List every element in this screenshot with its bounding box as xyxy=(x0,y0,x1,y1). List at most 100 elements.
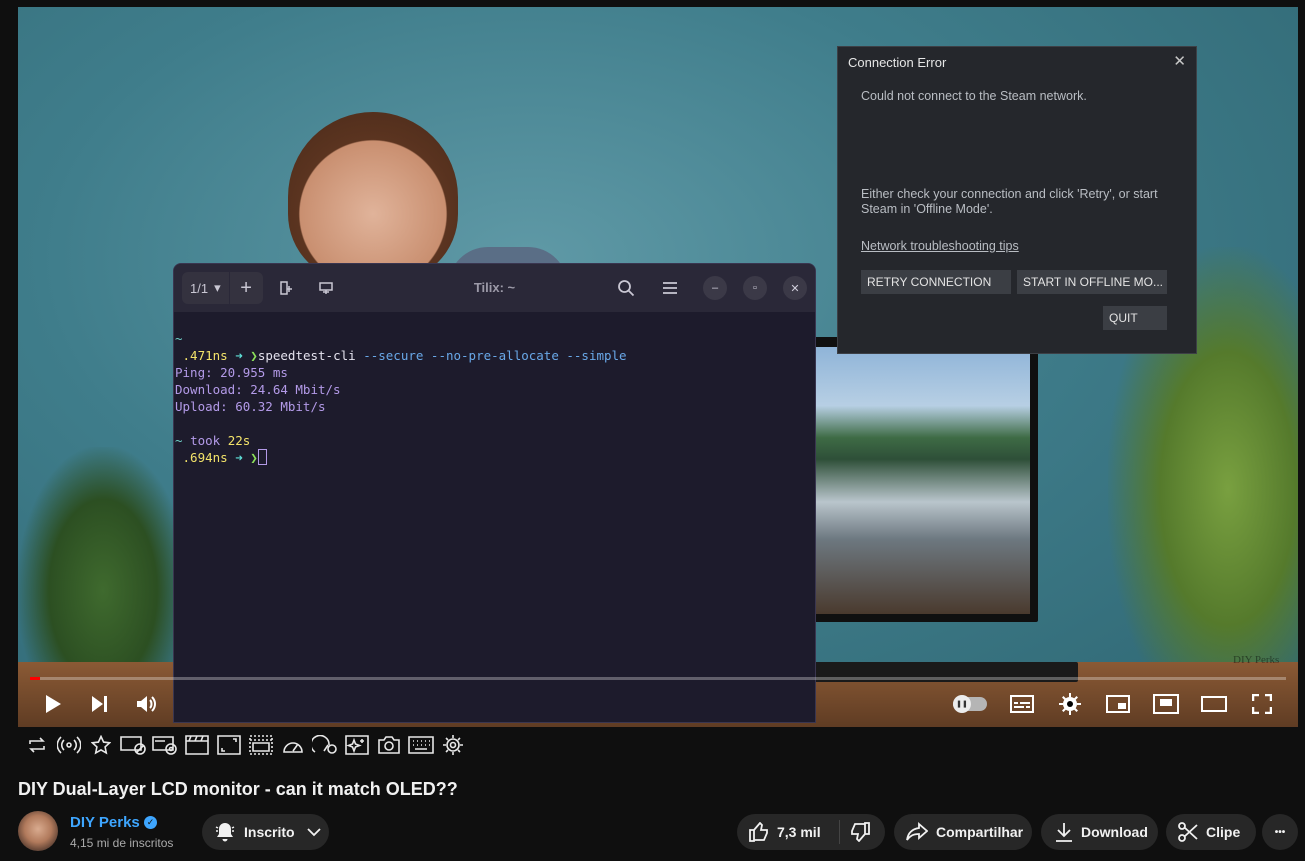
retry-connection-button[interactable]: RETRY CONNECTION xyxy=(861,270,1011,294)
clip-label: Clipe xyxy=(1206,824,1241,840)
like-count: 7,3 mil xyxy=(777,824,821,840)
close-icon: ✕ xyxy=(790,282,800,295)
split-down-icon xyxy=(318,282,333,294)
monitor-prop xyxy=(798,337,1038,622)
settings-button[interactable] xyxy=(1052,688,1088,720)
close-icon[interactable]: ✕ xyxy=(1173,52,1186,70)
split-right-button[interactable] xyxy=(269,272,303,304)
dislike-button[interactable] xyxy=(840,814,870,850)
terminal-line: Ping: 20.955 ms xyxy=(175,365,288,380)
pause-icon: ❚❚ xyxy=(953,695,971,713)
scissors-icon xyxy=(1178,822,1198,842)
keyboard-icon xyxy=(408,736,434,754)
fullscreen-icon xyxy=(1252,694,1272,714)
download-button[interactable]: Download xyxy=(1041,814,1158,850)
ads-block-button[interactable] xyxy=(120,733,146,757)
ai-enhance-button[interactable] xyxy=(344,733,370,757)
minimize-icon: – xyxy=(711,282,719,294)
terminal-search-button[interactable] xyxy=(609,272,643,304)
session-selector[interactable]: 1/1 ▾ xyxy=(182,272,229,304)
watched-filter-button[interactable] xyxy=(152,733,178,757)
like-dislike-group: 7,3 mil xyxy=(737,814,885,850)
dialog-message: Could not connect to the Steam network. xyxy=(861,89,1087,103)
channel-name[interactable]: DIY Perks xyxy=(70,814,140,831)
split-down-button[interactable] xyxy=(309,272,343,304)
add-terminal-button[interactable]: + xyxy=(228,272,263,304)
volume-button[interactable] xyxy=(129,688,165,720)
download-icon xyxy=(1056,823,1072,842)
broadcast-button[interactable] xyxy=(56,733,82,757)
tilix-terminal-window[interactable]: 1/1 ▾ + Tilix: ~ – ▫ ✕ ~ .471ns ➜ ❯speed… xyxy=(173,263,816,723)
extension-settings-button[interactable] xyxy=(440,733,466,757)
dialog-instructions: Either check your connection and click '… xyxy=(861,187,1158,216)
offline-mode-button[interactable]: START IN OFFLINE MO... xyxy=(1017,270,1167,294)
clapperboard-button[interactable] xyxy=(184,733,210,757)
fullscreen-button[interactable] xyxy=(1244,688,1280,720)
miniplayer-icon xyxy=(1106,695,1130,713)
steam-connection-error-dialog: Connection Error ✕ Could not connect to … xyxy=(837,46,1197,354)
subscribed-button[interactable]: Inscrito xyxy=(202,814,329,850)
subtitles-icon xyxy=(1010,695,1034,713)
speed-settings-button[interactable] xyxy=(312,733,338,757)
minimize-button[interactable]: – xyxy=(703,276,727,300)
theater-icon xyxy=(1153,694,1179,714)
theater-mode-button[interactable] xyxy=(1148,688,1184,720)
quit-button[interactable]: QUIT xyxy=(1103,306,1167,330)
chevron-down-icon xyxy=(306,828,321,837)
screenshot-button[interactable] xyxy=(376,733,402,757)
progress-fill xyxy=(30,677,41,680)
wide-screen-icon xyxy=(1201,696,1227,712)
dialog-title: Connection Error xyxy=(848,55,947,70)
terminal-line: Download: 24.64 Mbit/s xyxy=(175,382,341,397)
loop-button[interactable] xyxy=(24,733,50,757)
subscriber-count: 4,15 mi de inscritos xyxy=(70,836,174,850)
bell-icon xyxy=(215,823,235,842)
eye-icon xyxy=(152,736,177,755)
keyboard-shortcuts-button[interactable] xyxy=(408,733,434,757)
terminal-line: Upload: 60.32 Mbit/s xyxy=(175,399,326,414)
video-player[interactable]: DIY Perks 1/1 ▾ + Tilix: ~ – ▫ ✕ ~ .471n… xyxy=(18,7,1298,727)
thumbs-up-icon xyxy=(749,822,768,842)
hamburger-menu-icon xyxy=(663,282,677,294)
clip-button[interactable]: Clipe xyxy=(1166,814,1256,850)
volume-icon xyxy=(137,696,156,712)
share-button[interactable]: Compartilhar xyxy=(894,814,1032,850)
video-title: DIY Dual-Layer LCD monitor - can it matc… xyxy=(18,779,458,799)
speed-button[interactable] xyxy=(280,733,306,757)
more-actions-button[interactable]: ••• xyxy=(1262,814,1298,850)
crop-button[interactable] xyxy=(248,733,274,757)
broadcast-icon xyxy=(57,736,81,754)
plus-icon: + xyxy=(240,276,252,299)
progress-bar[interactable] xyxy=(30,677,1286,680)
close-terminal-button[interactable]: ✕ xyxy=(783,276,807,300)
sparkle-icon xyxy=(345,735,369,755)
thumbs-down-icon xyxy=(850,822,870,842)
terminal-line: ~ took 22s xyxy=(175,433,251,448)
star-icon xyxy=(91,735,111,755)
next-icon xyxy=(92,696,107,712)
next-button[interactable] xyxy=(82,688,118,720)
favorite-button[interactable] xyxy=(88,733,114,757)
download-label: Download xyxy=(1081,824,1148,840)
presenter xyxy=(288,112,458,282)
autoplay-toggle[interactable]: ❚❚ xyxy=(953,695,987,713)
play-button[interactable] xyxy=(35,688,71,720)
avatar[interactable] xyxy=(18,811,58,851)
like-button[interactable]: 7,3 mil xyxy=(737,814,821,850)
miniplayer-button[interactable] xyxy=(1100,688,1136,720)
speed-gear-icon xyxy=(312,735,337,754)
search-icon xyxy=(618,280,635,297)
terminal-cursor xyxy=(257,449,267,465)
maximize-button[interactable]: ▫ xyxy=(743,276,767,300)
split-right-icon xyxy=(279,281,292,295)
terminal-menu-button[interactable] xyxy=(653,272,687,304)
subtitles-button[interactable] xyxy=(1004,688,1040,720)
chevron-down-icon: ▾ xyxy=(214,280,221,295)
speedometer-icon xyxy=(283,742,303,753)
troubleshooting-link[interactable]: Network troubleshooting tips xyxy=(861,239,1019,253)
terminal-header: 1/1 ▾ + Tilix: ~ – ▫ ✕ xyxy=(174,264,815,312)
terminal-output[interactable]: ~ .471ns ➜ ❯speedtest-cli --secure --no-… xyxy=(174,312,815,466)
cinema-mode-button[interactable] xyxy=(1196,688,1232,720)
aspect-ratio-button[interactable] xyxy=(216,733,242,757)
gear-icon xyxy=(1059,693,1081,715)
